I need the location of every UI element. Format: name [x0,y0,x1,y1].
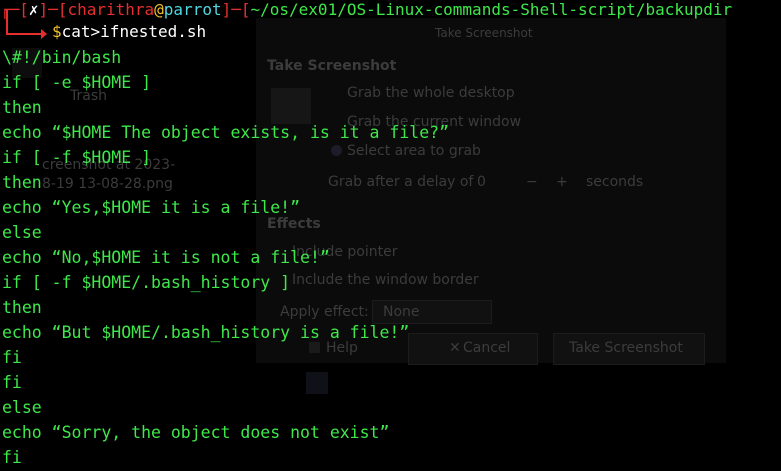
prompt-corner-line-horizontal [6,33,42,35]
script-line: fi [2,348,22,367]
prompt-dollar: $ [52,22,62,41]
typed-command: cat>ifnested.sh [61,22,207,41]
script-line: fi [2,448,22,467]
cancel-button: Cancel [463,340,511,356]
script-line: fi [2,373,22,392]
delay-value: 0 [477,174,486,190]
error-x-icon: ✗ [28,0,39,19]
prompt-arrow-icon [41,29,47,39]
script-line: echo “Sorry, the object does not exist” [2,423,390,442]
prompt-path: ~/os/ex01/OS-Linux-commands-Shell-script… [250,0,733,19]
script-output: \#!/bin/bash if [ -e $HOME ] then echo “… [2,45,449,470]
script-line: then [2,98,42,117]
command-line[interactable]: $cat>ifnested.sh [52,22,206,42]
cancel-x-icon: ✕ [449,340,461,356]
delay-minus-button: − [526,174,538,190]
script-line: then [2,173,42,192]
script-line: if [ -f $HOME/.bash_history ] [2,273,291,292]
prompt-at: @ [154,0,164,19]
script-line: echo “But $HOME/.bash_history is a file!… [2,323,410,342]
script-line: else [2,223,42,242]
terminal-window[interactable]: Take Screenshot Take Screenshot Grab the… [0,0,781,471]
delay-plus-button: + [556,174,568,190]
script-line: if [ -f $HOME ] [2,148,152,167]
prompt-host: parrot [163,0,222,19]
script-line: if [ -e $HOME ] [2,73,152,92]
take-screenshot-button: Take Screenshot [569,340,683,356]
delay-unit: seconds [586,174,644,190]
script-line: echo “No,$HOME it is not a file!” [2,248,330,267]
prompt-corner-line [6,10,8,34]
dialog-window-title: Take Screenshot [435,26,533,40]
script-line: echo “Yes,$HOME it is a file!” [2,198,301,217]
prompt-user: charithra [67,0,155,19]
script-line: echo “$HOME The object exists, is it a f… [2,123,450,142]
prompt-header: ┌─[✗]─[charithra@parrot]─[~/os/ex01/OS-L… [0,0,733,19]
script-line: else [2,398,42,417]
script-line: \#!/bin/bash [2,48,122,67]
script-line: then [2,298,42,317]
